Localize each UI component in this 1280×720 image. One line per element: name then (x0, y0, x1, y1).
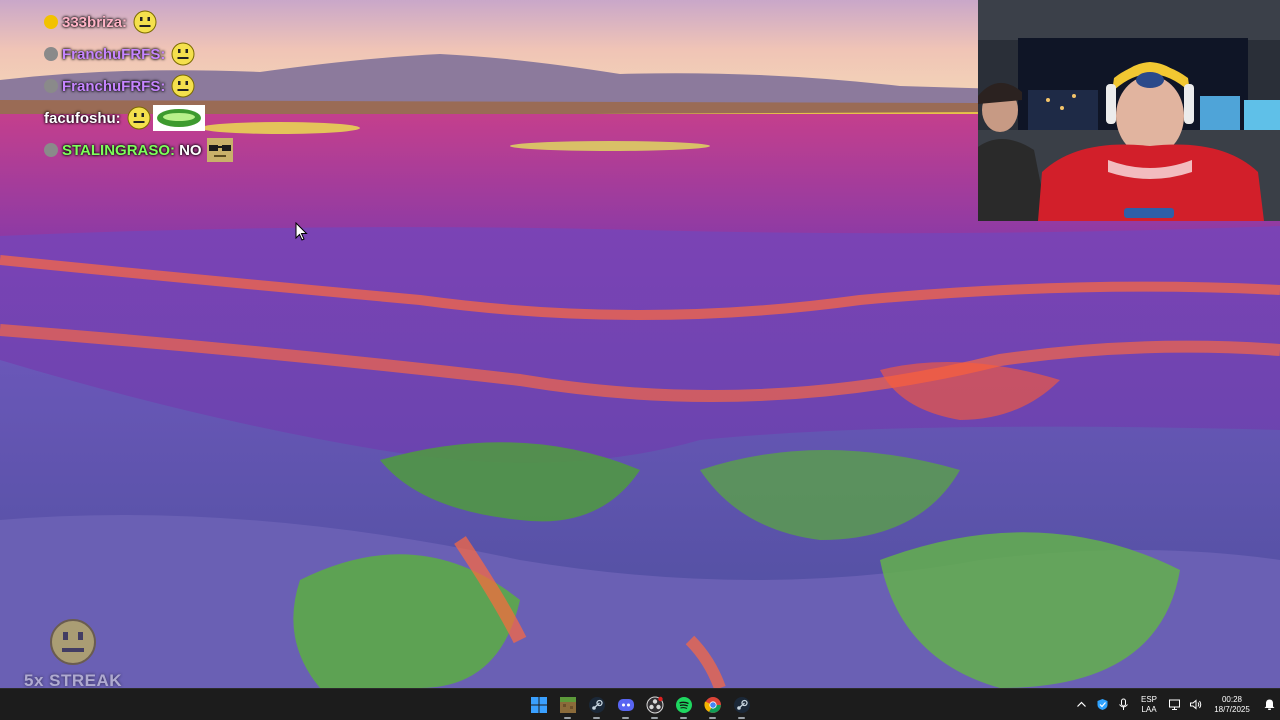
discord-button[interactable] (611, 690, 640, 720)
chat-badge-icon (44, 79, 58, 93)
keyboard-layout: LAA (1141, 704, 1157, 714)
desktop: 333briza: FranchuFRFS: FranchuFRFS: facu… (0, 0, 1280, 720)
steam-button[interactable] (582, 690, 611, 720)
language-indicator[interactable]: ESP LAA (1134, 695, 1164, 715)
chat-message: facufoshu: (44, 102, 364, 134)
notifications-button[interactable] (1258, 690, 1280, 720)
mouse-cursor-icon (295, 222, 308, 241)
chrome-icon (703, 697, 721, 713)
chat-username: FranchuFRFS: (62, 77, 166, 95)
windows-icon (530, 697, 547, 713)
microphone-icon (1119, 698, 1128, 710)
smile-emote-icon (171, 42, 195, 66)
security-tray-button[interactable] (1092, 690, 1113, 720)
minecraft-icon (559, 697, 576, 713)
smile-emote-icon (171, 74, 195, 98)
language-code: ESP (1140, 694, 1157, 704)
network-icon (1169, 699, 1180, 710)
volume-tray-button[interactable] (1185, 690, 1206, 720)
taskbar-apps (524, 690, 756, 720)
chat-message: 333briza: (44, 6, 364, 38)
obs-button[interactable] (640, 690, 669, 720)
glasses-emote-icon (206, 138, 233, 162)
notification-bell-icon (1264, 699, 1274, 710)
chevron-up-icon (1077, 701, 1086, 707)
chat-username: 333briza: (62, 13, 128, 31)
chat-username: facufoshu: (44, 109, 121, 127)
smile-emote-icon (133, 10, 157, 34)
streak-widget: 5x STREAK (18, 616, 128, 690)
shield-icon (1097, 699, 1108, 710)
chrome-button[interactable] (698, 690, 727, 720)
green-mouth-emote-icon (152, 105, 205, 131)
network-tray-button[interactable] (1164, 690, 1185, 720)
clock-time: 00:28 (1221, 694, 1243, 704)
volume-icon (1190, 699, 1202, 710)
chat-message: FranchuFRFS: (44, 70, 364, 102)
webcam-overlay (978, 0, 1280, 221)
show-hidden-icons-button[interactable] (1071, 690, 1092, 720)
steam-icon (588, 697, 605, 713)
microphone-tray-button[interactable] (1113, 690, 1134, 720)
spotify-icon (675, 697, 692, 713)
smile-emote-icon (50, 619, 96, 665)
taskbar-clock[interactable]: 00:28 18/7/2025 (1206, 695, 1258, 715)
chat-badge-icon (44, 143, 58, 157)
steam-icon (733, 697, 750, 713)
clock-date: 18/7/2025 (1214, 704, 1250, 714)
chat-message-text: NO (179, 141, 202, 159)
discord-icon (617, 699, 634, 711)
chat-username: STALINGRASO: (62, 141, 176, 159)
start-button[interactable] (524, 690, 553, 720)
stream-chat-overlay: 333briza: FranchuFRFS: FranchuFRFS: facu… (44, 6, 364, 166)
chat-badge-icon (44, 47, 58, 61)
taskbar: ESP LAA 00:28 18/7/2025 (0, 688, 1280, 720)
spotify-button[interactable] (669, 690, 698, 720)
chat-username: FranchuFRFS: (62, 45, 166, 63)
smile-emote-icon (127, 106, 151, 130)
system-tray: ESP LAA 00:28 18/7/2025 (1071, 689, 1280, 720)
chat-badge-icon (44, 15, 58, 29)
chat-message: FranchuFRFS: (44, 38, 364, 70)
obs-icon (646, 696, 663, 714)
steam-button-2[interactable] (727, 690, 756, 720)
minecraft-button[interactable] (553, 690, 582, 720)
chat-message: STALINGRASO: NO (44, 134, 364, 166)
